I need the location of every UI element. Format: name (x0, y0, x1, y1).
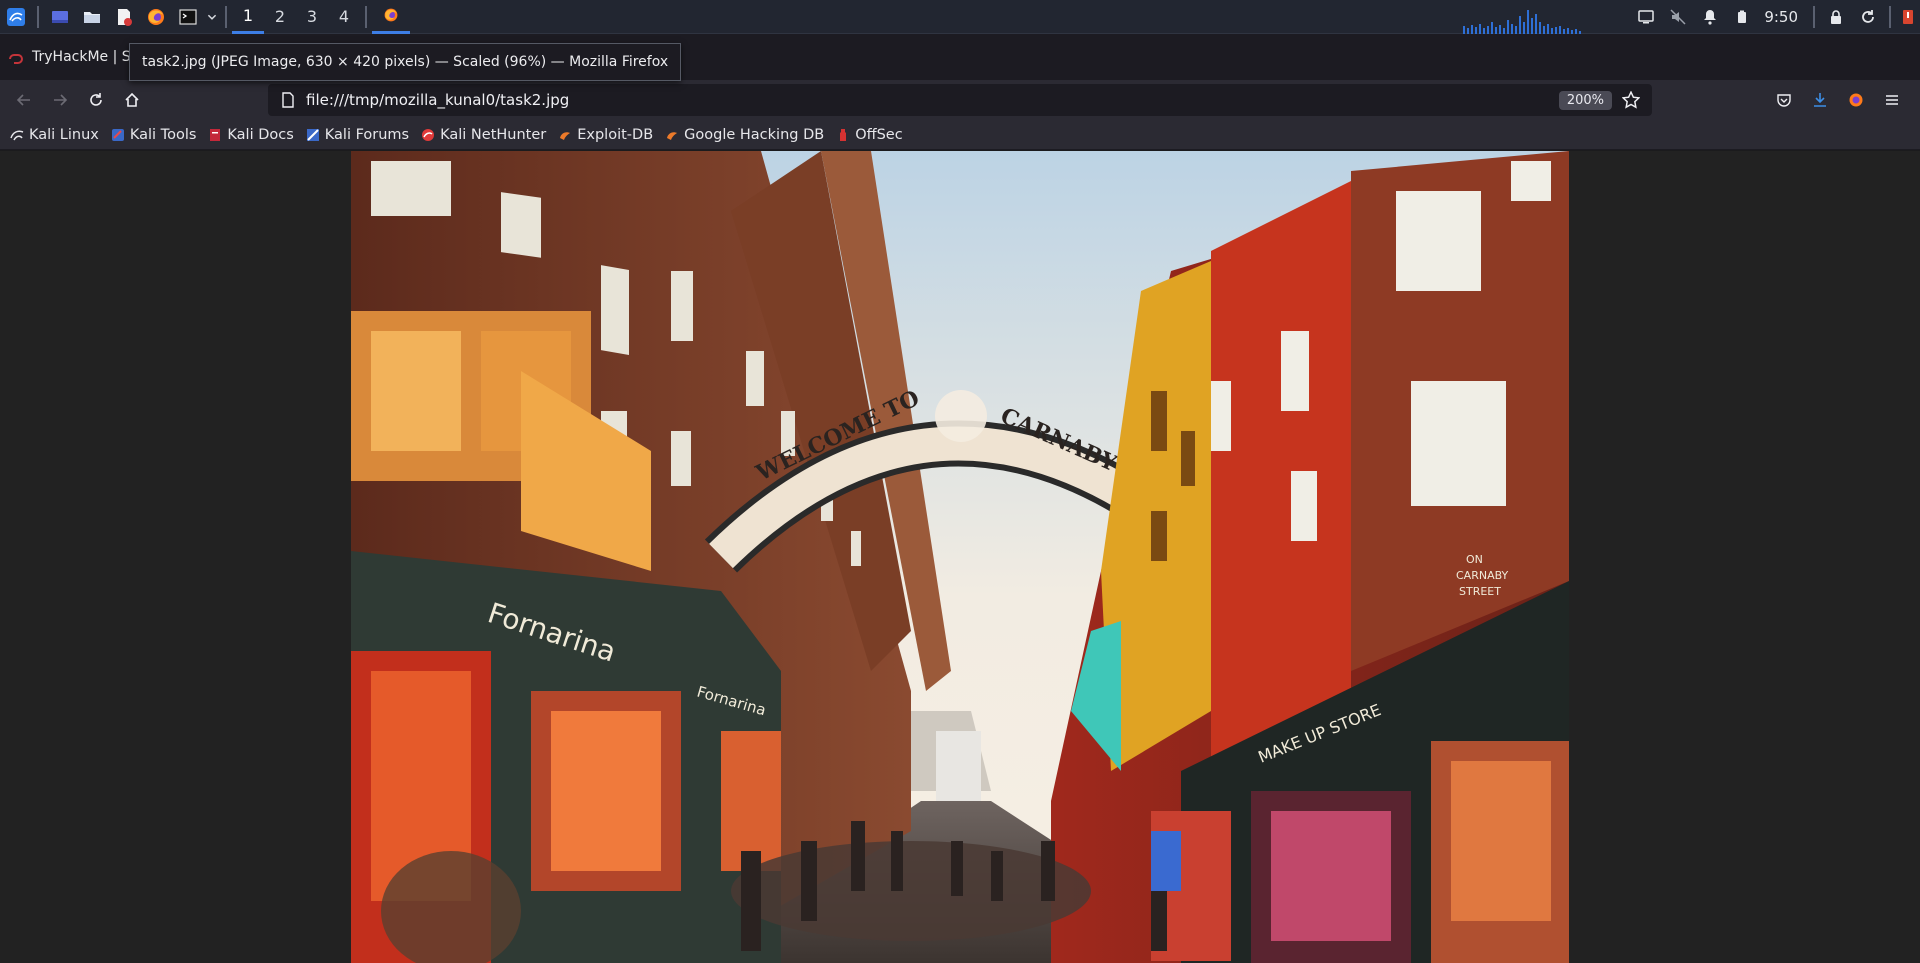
panel-separator (225, 5, 227, 28)
back-button[interactable] (6, 84, 42, 116)
bookmark-kali-forums[interactable]: Kali Forums (306, 127, 409, 143)
volume-muted-icon[interactable] (1662, 0, 1694, 34)
panel-separator (1813, 6, 1815, 28)
page-icon (282, 92, 294, 108)
tab-tryhackme[interactable]: TryHackMe | Se (0, 38, 140, 76)
workspace-1[interactable]: 1 (232, 0, 264, 34)
bookmark-label: OffSec (855, 126, 903, 143)
bookmark-label: Kali NetHunter (440, 126, 547, 143)
bookmark-kali-linux[interactable]: Kali Linux (10, 127, 99, 143)
offsec-icon (840, 128, 847, 141)
bookmark-google-hacking-db[interactable]: Google Hacking DB (665, 127, 824, 143)
chevron-down-icon[interactable] (204, 0, 220, 34)
hamburger-menu-icon (1886, 95, 1898, 105)
panel-separator (365, 5, 367, 28)
reload-button[interactable] (78, 84, 114, 116)
tryhackme-favicon-icon (9, 54, 23, 64)
top-panel: 1 2 3 4 9:50 (0, 0, 1920, 34)
file-manager-icon[interactable] (76, 0, 108, 34)
refresh-session-icon[interactable] (1852, 0, 1884, 34)
firefox-account-button[interactable] (1838, 84, 1874, 116)
bookmark-label: Kali Docs (227, 126, 294, 143)
kali-menu-icon[interactable] (0, 0, 32, 34)
clock[interactable]: 9:50 (1758, 8, 1808, 26)
toolbar-right (1766, 84, 1910, 116)
panel-separator (37, 5, 39, 28)
ghdb-icon (667, 131, 678, 140)
arrow-left-icon (16, 94, 30, 106)
lock-screen-icon[interactable] (1820, 0, 1852, 34)
kali-tools-icon (111, 128, 124, 141)
zoom-level-button[interactable]: 200% (1558, 90, 1612, 110)
tab-title: TryHackMe | Se (32, 49, 140, 65)
window-title-tooltip: task2.jpg (JPEG Image, 630 × 420 pixels)… (129, 43, 682, 81)
system-tray: 9:50 (1461, 0, 1920, 34)
kali-forums-icon (306, 128, 319, 141)
app-menu-button[interactable] (1874, 84, 1910, 116)
nethunter-icon (422, 128, 435, 141)
bookmark-kali-nethunter[interactable]: Kali NetHunter (421, 127, 546, 143)
exploit-db-icon (560, 131, 571, 140)
bookmark-exploit-db[interactable]: Exploit-DB (558, 127, 653, 143)
bookmarks-toolbar: Kali Linux Kali Tools Kali Docs Kali For… (0, 120, 1920, 150)
show-desktop-icon[interactable] (44, 0, 76, 34)
workspace-4[interactable]: 4 (328, 0, 360, 34)
image-viewer-background: WELCOME TO CARNABY STREET Fornarina Forn… (0, 151, 1920, 963)
pocket-icon (1777, 94, 1791, 107)
bookmark-kali-tools[interactable]: Kali Tools (111, 126, 197, 143)
firefox-extension-icon (1849, 93, 1863, 107)
workspace-2[interactable]: 2 (264, 0, 296, 34)
kali-docs-icon (210, 128, 221, 141)
notifications-icon[interactable] (1694, 0, 1726, 34)
bookmark-label: Google Hacking DB (684, 126, 825, 143)
firefox-icon (384, 8, 398, 22)
bookmark-label: Kali Tools (129, 126, 197, 143)
firefox-launcher-icon[interactable] (140, 0, 172, 34)
home-button[interactable] (114, 84, 150, 116)
carnaby-street-image[interactable]: WELCOME TO CARNABY STREET Fornarina Forn… (351, 151, 1569, 963)
text-editor-icon[interactable] (108, 0, 140, 34)
reload-icon (90, 93, 102, 106)
terminal-icon[interactable] (172, 0, 204, 34)
carnaby-sign-line2: CARNABY (1456, 569, 1509, 582)
kali-dragon-icon (10, 130, 24, 140)
downloads-button[interactable] (1802, 84, 1838, 116)
cpu-graph (1463, 10, 1582, 34)
pocket-button[interactable] (1766, 84, 1802, 116)
carnaby-sign-line3: STREET (1459, 585, 1501, 598)
street-photo: WELCOME TO CARNABY STREET Fornarina Forn… (351, 151, 1569, 963)
navigation-toolbar: file:///tmp/mozilla_kunal0/task2.jpg 200… (0, 80, 1920, 120)
download-icon (1814, 93, 1826, 107)
display-icon[interactable] (1630, 0, 1662, 34)
url-text[interactable]: file:///tmp/mozilla_kunal0/task2.jpg (306, 91, 1559, 109)
panel-separator (1889, 6, 1891, 28)
battery-icon[interactable] (1726, 0, 1758, 34)
bookmark-offsec[interactable]: OffSec (836, 127, 903, 143)
arrow-right-icon (54, 94, 68, 106)
url-bar[interactable]: file:///tmp/mozilla_kunal0/task2.jpg 200… (268, 84, 1652, 116)
power-icon[interactable] (1896, 0, 1920, 34)
bookmark-label: Kali Forums (324, 126, 410, 143)
workspace-3[interactable]: 3 (296, 0, 328, 34)
home-icon (125, 92, 139, 107)
bookmark-star-icon[interactable] (1622, 91, 1640, 109)
forward-button[interactable] (42, 84, 78, 116)
bookmark-label: Exploit-DB (577, 126, 654, 143)
carnaby-sign-line1: ON (1466, 553, 1483, 566)
bookmark-label: Kali Linux (29, 126, 99, 143)
taskbar-firefox-window[interactable] (372, 0, 410, 34)
bookmark-kali-docs[interactable]: Kali Docs (208, 126, 294, 143)
